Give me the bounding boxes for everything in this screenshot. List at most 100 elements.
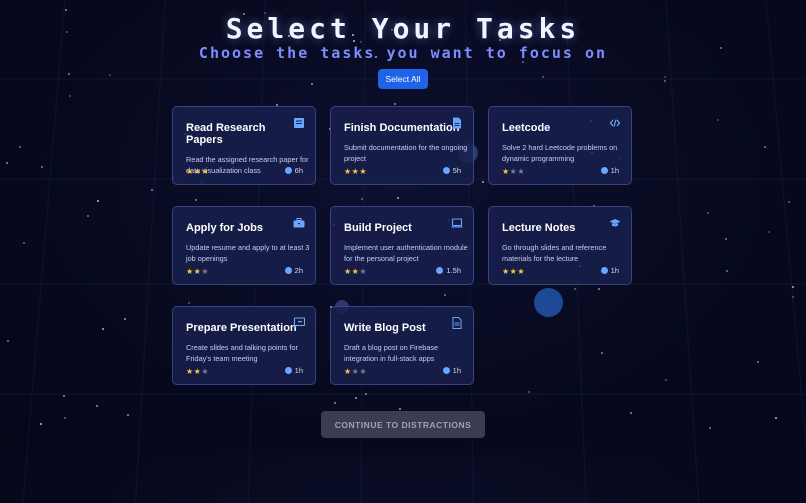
presentation-icon xyxy=(293,316,306,329)
star-dot xyxy=(664,80,667,83)
star-dot xyxy=(528,391,531,394)
task-card[interactable]: Prepare Presentation Create slides and ta… xyxy=(172,306,316,385)
star-dot xyxy=(40,422,43,425)
star-icon: ★ xyxy=(186,367,194,376)
task-card[interactable]: Write Blog Post Draft a blog post on Fire… xyxy=(330,306,474,385)
star-dot xyxy=(788,200,791,203)
star-icon: ★ xyxy=(359,367,368,376)
book-icon xyxy=(293,116,305,128)
time-estimate: 1h xyxy=(600,166,619,175)
time-estimate: 1h xyxy=(600,266,619,275)
task-description: Draft a blog post on Firebase integratio… xyxy=(344,343,439,363)
time-value: 2h xyxy=(294,266,303,275)
time-estimate: 1.5h xyxy=(436,266,461,275)
priority-rating: ★★★ xyxy=(344,167,367,176)
time-value: 1.5h xyxy=(446,266,461,275)
time-estimate: 1h xyxy=(442,366,461,375)
star-dot xyxy=(792,296,795,299)
star-icon: ★ xyxy=(344,167,352,176)
task-card[interactable]: Build Project Implement user authenticati… xyxy=(330,206,474,285)
star-icon: ★ xyxy=(502,167,510,176)
star-dot xyxy=(123,318,126,321)
star-dot xyxy=(664,379,667,382)
task-title: Read Research Papers xyxy=(186,122,266,146)
star-icon: ★ xyxy=(517,267,526,276)
task-title: Apply for Jobs xyxy=(186,222,264,234)
star-dot xyxy=(664,75,667,78)
star-dot xyxy=(724,237,727,240)
star-dot xyxy=(188,302,191,305)
star-dot xyxy=(87,215,90,218)
star-dot xyxy=(707,211,710,214)
star-dot xyxy=(19,145,22,148)
priority-rating: ★★★ xyxy=(344,267,367,276)
time-value: 5h xyxy=(452,166,461,175)
time-value: 6h xyxy=(294,166,303,175)
graduation-cap-icon xyxy=(609,216,621,228)
page-title: Select Your Tasks xyxy=(225,12,581,45)
time-value: 1h xyxy=(452,366,461,375)
star-dot xyxy=(195,199,198,202)
clock-icon xyxy=(600,267,608,274)
star-dot xyxy=(600,352,603,355)
star-dot xyxy=(717,119,719,121)
star-dot xyxy=(311,82,314,85)
priority-rating: ★★★ xyxy=(502,267,525,276)
star-dot xyxy=(5,161,8,164)
time-value: 1h xyxy=(294,366,303,375)
star-icon: ★ xyxy=(344,367,352,376)
priority-rating: ★★★ xyxy=(344,367,367,376)
star-dot xyxy=(399,407,402,410)
star-icon: ★ xyxy=(517,167,526,176)
task-description: Update resume and apply to at least 3 jo… xyxy=(186,243,310,263)
priority-rating: ★★★ xyxy=(186,267,209,276)
clock-icon xyxy=(284,267,292,274)
floating-orb xyxy=(534,288,563,317)
code-icon xyxy=(609,116,621,128)
star-dot xyxy=(23,241,26,244)
time-value: 1h xyxy=(610,166,619,175)
task-card[interactable]: Read Research Papers Read the assigned re… xyxy=(172,106,316,185)
task-description: Solve 2 hard Leetcode problems on dynami… xyxy=(502,143,618,163)
clock-icon xyxy=(436,267,444,274)
clock-icon xyxy=(600,167,608,174)
star-icon: ★ xyxy=(344,267,352,276)
task-description: Go through slides and reference material… xyxy=(502,243,607,263)
task-description: Submit documentation for the ongoing pro… xyxy=(344,143,468,163)
task-card[interactable]: Leetcode Solve 2 hard Leetcode problems o… xyxy=(488,106,632,185)
star-dot xyxy=(726,269,729,272)
priority-rating: ★★★ xyxy=(186,367,209,376)
page-subtitle: Choose the tasks you want to focus on xyxy=(198,44,608,62)
time-estimate: 2h xyxy=(284,266,303,275)
star-dot xyxy=(365,392,367,395)
star-dot xyxy=(482,180,485,183)
time-estimate: 1h xyxy=(284,366,303,375)
briefcase-icon xyxy=(293,216,305,228)
star-icon: ★ xyxy=(359,267,368,276)
clock-icon xyxy=(442,167,450,174)
task-card[interactable]: Apply for Jobs Update resume and apply to… xyxy=(172,206,316,285)
priority-rating: ★★★ xyxy=(502,167,525,176)
star-dot xyxy=(541,75,544,78)
clock-icon xyxy=(284,367,292,374)
star-dot xyxy=(62,395,65,398)
star-icon: ★ xyxy=(201,167,210,176)
continue-button[interactable]: CONTINUE TO DISTRACTIONS xyxy=(321,411,485,438)
star-icon: ★ xyxy=(502,267,510,276)
star-dot xyxy=(41,166,44,169)
select-all-button[interactable]: Select All xyxy=(378,69,428,89)
task-title: Write Blog Post xyxy=(344,322,426,334)
star-dot xyxy=(68,94,71,97)
task-card[interactable]: Lecture Notes Go through slides and refer… xyxy=(488,206,632,285)
star-dot xyxy=(151,188,154,191)
clock-icon xyxy=(284,167,292,174)
task-title: Prepare Presentation xyxy=(186,322,297,334)
star-dot xyxy=(127,414,130,417)
task-card[interactable]: Finish Documentation Submit documentation… xyxy=(330,106,474,185)
task-description: Create slides and talking points for Fri… xyxy=(186,343,298,363)
clock-icon xyxy=(442,367,450,374)
star-dot xyxy=(791,285,794,288)
star-dot xyxy=(597,288,600,291)
star-dot xyxy=(764,146,767,149)
star-dot xyxy=(709,426,712,429)
